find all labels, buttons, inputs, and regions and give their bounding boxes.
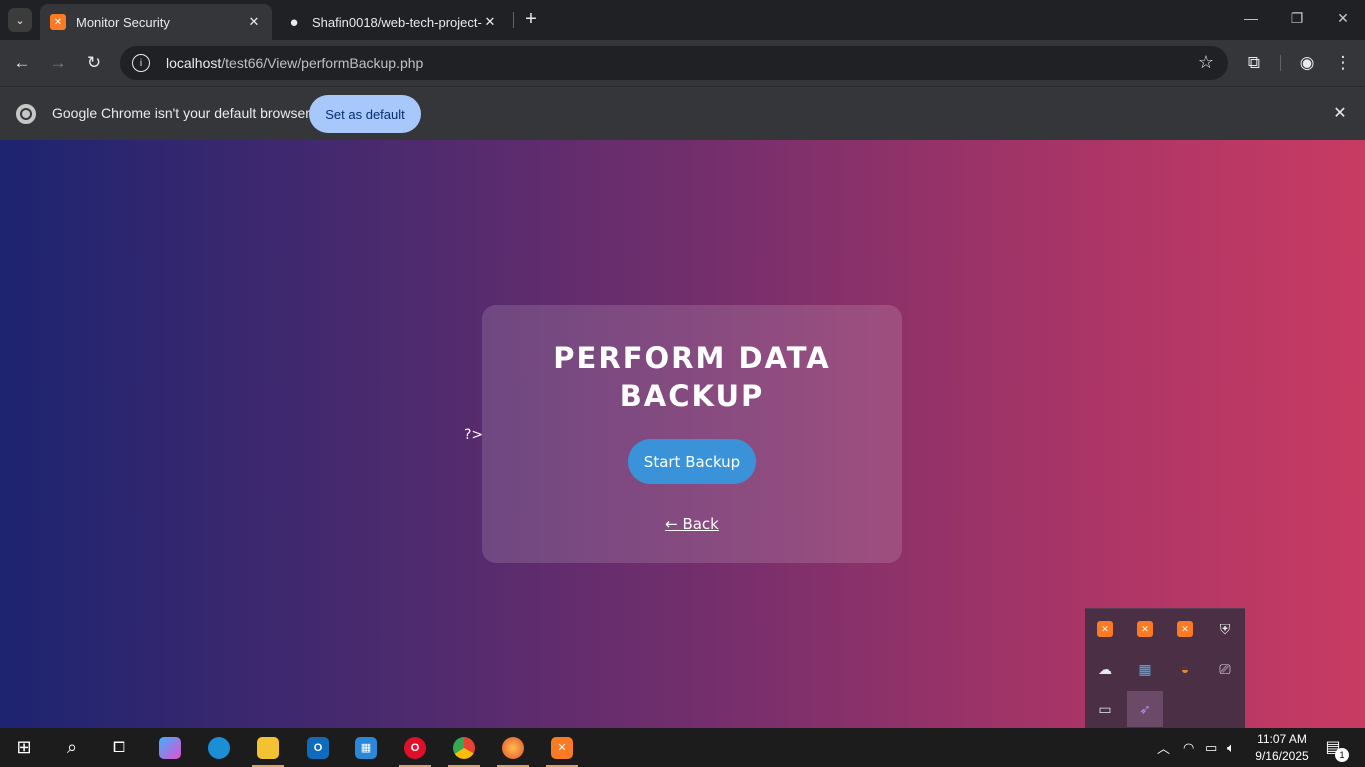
close-icon[interactable]: ✕ <box>246 14 262 30</box>
chrome-button[interactable] <box>442 728 486 767</box>
xampp-button[interactable]: ✕ <box>540 728 584 767</box>
firefox-button[interactable] <box>491 728 535 767</box>
infobar-close-icon[interactable]: ✕ <box>1331 103 1349 123</box>
opera-button[interactable]: O <box>393 728 437 767</box>
search-icon: ⌕ <box>66 737 78 757</box>
github-icon: ● <box>289 13 299 31</box>
menu-dots-icon[interactable]: ⋮ <box>1332 52 1354 74</box>
extensions-icon[interactable]: ⧉ <box>1243 52 1265 74</box>
tab-separator <box>513 12 514 28</box>
outlook-button[interactable]: O <box>296 728 340 767</box>
monitor-icon: ▭ <box>1098 700 1112 717</box>
site-info-icon[interactable]: i <box>132 54 150 72</box>
tab-title: Shafin0018/web-tech-project-fi <box>312 14 482 30</box>
back-link[interactable]: ← Back <box>482 515 902 533</box>
store-icon: ▦ <box>355 736 377 759</box>
copilot-icon <box>159 736 181 759</box>
chevron-up-icon: ︿ <box>1157 741 1171 756</box>
volume-button[interactable]: 🔈︎ <box>1227 728 1235 767</box>
backup-card: PERFORM DATA BACKUP Start Backup ← Back <box>482 305 902 563</box>
firefox-icon <box>502 736 524 759</box>
xampp-icon: ✕ <box>50 14 66 30</box>
store-button[interactable]: ▦ <box>344 728 388 767</box>
tray-onedrive[interactable]: ☁ <box>1087 651 1123 687</box>
disk-app-icon: ◒ <box>1180 661 1190 677</box>
stray-php-text: ?> <box>464 427 484 443</box>
tab-title: Monitor Security <box>76 14 170 30</box>
notification-badge: 1 <box>1335 748 1349 762</box>
tray-security[interactable]: ⛨ <box>1207 611 1243 647</box>
xampp-icon: ✕ <box>1137 621 1153 637</box>
tab-github[interactable]: ● Shafin0018/web-tech-project-fi ✕ <box>276 4 508 40</box>
back-arrow-icon[interactable]: ← <box>11 52 33 74</box>
tray-feather[interactable]: ➶ <box>1127 691 1163 727</box>
xampp-icon: ✕ <box>1177 621 1193 637</box>
xampp-icon: ✕ <box>551 736 573 759</box>
tray-xampp-2[interactable]: ✕ <box>1127 611 1163 647</box>
set-as-default-button[interactable]: Set as default <box>309 95 421 133</box>
network-app-icon: ▦ <box>1138 660 1152 677</box>
browser-toolbar: ← → ↻ i localhost/test66/View/performBac… <box>0 40 1365 86</box>
default-browser-infobar: Google Chrome isn't your default browser… <box>0 86 1365 140</box>
feather-icon: ➶ <box>1139 700 1151 717</box>
toolbar-separator <box>1280 55 1281 71</box>
cloud-off-icon: ☁ <box>1098 660 1112 677</box>
shield-warning-icon: ⛨ <box>1219 620 1231 637</box>
search-button[interactable]: ⌕ <box>50 728 94 767</box>
tray-camera[interactable]: ⎚ <box>1207 651 1243 687</box>
tab-search-button[interactable]: ⌄ <box>8 8 32 32</box>
chevron-down-icon: ⌄ <box>15 14 25 27</box>
close-icon[interactable]: ✕ <box>482 14 498 30</box>
battery-button[interactable]: ▭ <box>1205 728 1217 767</box>
edge-button[interactable] <box>197 728 241 767</box>
wifi-button[interactable]: ◠ <box>1183 728 1194 767</box>
chrome-logo-icon <box>16 104 36 124</box>
copilot-button[interactable] <box>148 728 192 767</box>
profile-icon[interactable]: ◉ <box>1296 52 1318 74</box>
windows-taskbar: ⊞ ⌕ ⧠ O ▦ O ✕ ︿ ◠ ▭ 🔈︎ 11:07 AM 9/16/202… <box>0 728 1365 767</box>
bookmark-star-icon[interactable]: ☆ <box>1198 52 1214 73</box>
file-explorer-button[interactable] <box>246 728 290 767</box>
tray-app-blue[interactable]: ▦ <box>1127 651 1163 687</box>
tray-display[interactable]: ▭ <box>1087 691 1123 727</box>
camera-icon: ⎚ <box>1219 660 1231 677</box>
chrome-icon <box>453 736 475 759</box>
xampp-icon: ✕ <box>1097 621 1113 637</box>
restore-icon[interactable]: ❐ <box>1287 10 1307 27</box>
windows-start-icon: ⊞ <box>16 737 32 757</box>
start-button[interactable]: ⊞ <box>2 728 46 767</box>
tray-app-orange[interactable]: ◒ <box>1167 651 1203 687</box>
clock-time: 11:07 AM <box>1257 732 1307 746</box>
tray-xampp-3[interactable]: ✕ <box>1167 611 1203 647</box>
window-close-icon[interactable]: ✕ <box>1333 10 1353 27</box>
minimize-icon[interactable]: — <box>1241 10 1261 26</box>
outlook-icon: O <box>307 736 329 759</box>
opera-icon: O <box>404 736 426 759</box>
new-tab-button[interactable]: + <box>520 9 542 31</box>
clock-date: 9/16/2025 <box>1255 749 1309 763</box>
tray-xampp-1[interactable]: ✕ <box>1087 611 1123 647</box>
wifi-icon: ◠ <box>1183 739 1195 755</box>
tray-overflow-popup: ✕ ✕ ✕ ⛨ ☁ ▦ ◒ ⎚ ▭ ➶ <box>1085 608 1245 728</box>
reload-icon[interactable]: ↻ <box>83 52 105 74</box>
tab-monitor-security[interactable]: ✕ Monitor Security ✕ <box>40 4 272 40</box>
edge-icon <box>208 736 230 759</box>
start-backup-button[interactable]: Start Backup <box>628 439 756 484</box>
infobar-message: Google Chrome isn't your default browser <box>52 105 310 121</box>
show-hidden-icons-button[interactable]: ︿ <box>1157 728 1170 767</box>
url-text: localhost/test66/View/performBackup.php <box>166 55 424 71</box>
task-view-button[interactable]: ⧠ <box>97 728 141 767</box>
tab-strip: ⌄ ✕ Monitor Security ✕ ● Shafin0018/web-… <box>0 0 1365 40</box>
speaker-icon: 🔈︎ <box>1227 739 1235 755</box>
page-content: ?> PERFORM DATA BACKUP Start Backup ← Ba… <box>0 140 1365 728</box>
battery-icon: ▭ <box>1205 739 1218 755</box>
file-explorer-icon <box>257 736 279 759</box>
taskbar-clock[interactable]: 11:07 AM 9/16/2025 <box>1252 731 1312 765</box>
forward-arrow-icon[interactable]: → <box>47 52 69 74</box>
page-title: PERFORM DATA BACKUP <box>553 341 831 413</box>
task-view-icon: ⧠ <box>112 739 125 756</box>
address-bar[interactable]: i localhost/test66/View/performBackup.ph… <box>120 46 1228 80</box>
